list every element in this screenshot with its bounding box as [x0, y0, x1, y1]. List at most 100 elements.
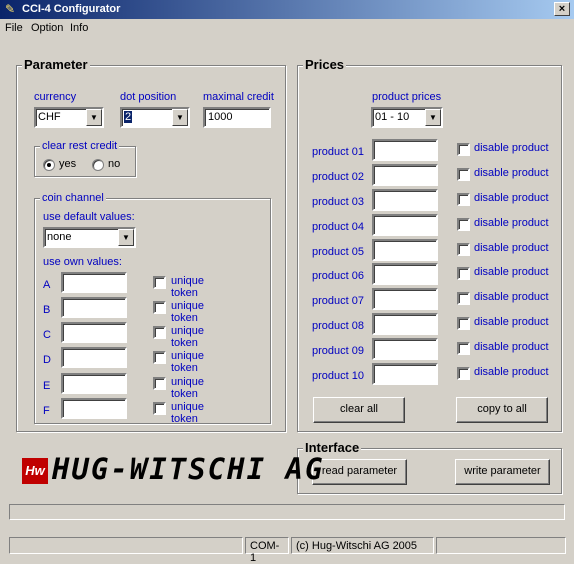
- disable-product-label: disable product: [474, 316, 549, 328]
- copy-to-all-button[interactable]: copy to all: [456, 397, 548, 423]
- disable-product-label: disable product: [474, 142, 549, 154]
- disable-product-checkbox[interactable]: [457, 193, 470, 206]
- disable-product-checkbox[interactable]: [457, 292, 470, 305]
- product-price-input[interactable]: [372, 139, 438, 161]
- product-label: product 03: [312, 196, 364, 208]
- unique-token-checkbox[interactable]: [153, 326, 166, 339]
- maximal-credit-label: maximal credit: [203, 91, 274, 103]
- product-price-input[interactable]: [372, 164, 438, 186]
- disable-product-label: disable product: [474, 192, 549, 204]
- unique-token-checkbox[interactable]: [153, 276, 166, 289]
- dropdown-arrow-icon[interactable]: ▼: [86, 109, 102, 126]
- channel-letter: E: [43, 380, 51, 392]
- use-default-label: use default values:: [43, 211, 135, 223]
- menu-file[interactable]: File: [5, 22, 23, 34]
- disable-product-label: disable product: [474, 242, 549, 254]
- product-price-input[interactable]: [372, 239, 438, 261]
- tool-icon: ✎: [5, 2, 16, 16]
- channel-d-input[interactable]: [61, 347, 127, 368]
- write-parameter-button[interactable]: write parameter: [455, 459, 550, 485]
- default-values-value: none: [47, 231, 72, 243]
- product-price-input[interactable]: [372, 263, 438, 285]
- product-price-input[interactable]: [372, 288, 438, 310]
- coin-channel-title: coin channel: [40, 192, 106, 204]
- disable-product-checkbox[interactable]: [457, 143, 470, 156]
- product-price-input[interactable]: [372, 338, 438, 360]
- dropdown-arrow-icon[interactable]: ▼: [172, 109, 188, 126]
- unique-token-label: unique token: [171, 350, 205, 374]
- read-parameter-button[interactable]: read parameter: [312, 459, 407, 485]
- product-price-input[interactable]: [372, 313, 438, 335]
- radio-yes-label: yes: [59, 158, 77, 170]
- prices-title: Prices: [303, 57, 347, 72]
- dot-position-value: 2: [124, 111, 133, 123]
- channel-letter: B: [43, 304, 51, 316]
- radio-no-label: no: [108, 158, 121, 170]
- unique-token-checkbox[interactable]: [153, 402, 166, 415]
- disable-product-label: disable product: [474, 291, 549, 303]
- unique-token-label: unique token: [171, 300, 205, 324]
- channel-a-input[interactable]: [61, 272, 127, 293]
- disable-product-checkbox[interactable]: [457, 243, 470, 256]
- channel-letter: D: [43, 354, 51, 366]
- channel-letter: A: [43, 279, 51, 291]
- channel-b-input[interactable]: [61, 297, 127, 318]
- dot-position-select[interactable]: 2 ▼: [120, 107, 190, 128]
- unique-token-checkbox[interactable]: [153, 351, 166, 364]
- channel-e-input[interactable]: [61, 373, 127, 394]
- disable-product-checkbox[interactable]: [457, 218, 470, 231]
- currency-select[interactable]: CHF ▼: [34, 107, 104, 128]
- close-button[interactable]: ×: [554, 2, 570, 16]
- channel-letter: C: [43, 329, 51, 341]
- menu-bar: File Option Info: [0, 19, 574, 38]
- disable-product-label: disable product: [474, 366, 549, 378]
- clear-rest-credit-title: clear rest credit: [40, 140, 120, 152]
- disable-product-label: disable product: [474, 341, 549, 353]
- product-label: product 08: [312, 320, 364, 332]
- product-price-input[interactable]: [372, 363, 438, 385]
- disable-product-checkbox[interactable]: [457, 367, 470, 380]
- maximal-credit-input[interactable]: 1000: [203, 107, 271, 128]
- disable-product-label: disable product: [474, 217, 549, 229]
- disable-product-label: disable product: [474, 266, 549, 278]
- unique-token-label: unique token: [171, 401, 205, 425]
- disable-product-checkbox[interactable]: [457, 267, 470, 280]
- unique-token-label: unique token: [171, 275, 205, 299]
- disable-product-checkbox[interactable]: [457, 317, 470, 330]
- product-label: product 04: [312, 221, 364, 233]
- channel-f-input[interactable]: [61, 398, 127, 419]
- clear-all-button[interactable]: clear all: [313, 397, 405, 423]
- menu-info[interactable]: Info: [70, 22, 88, 34]
- disable-product-checkbox[interactable]: [457, 342, 470, 355]
- dropdown-arrow-icon[interactable]: ▼: [118, 229, 134, 246]
- company-logo-text: HUG-WITSCHI AG: [52, 452, 325, 486]
- product-range-value: 01 - 10: [375, 111, 410, 123]
- use-own-label: use own values:: [43, 256, 122, 268]
- dot-position-label: dot position: [120, 91, 177, 103]
- default-values-select[interactable]: none ▼: [43, 227, 136, 248]
- disable-product-checkbox[interactable]: [457, 168, 470, 181]
- unique-token-checkbox[interactable]: [153, 301, 166, 314]
- product-label: product 09: [312, 345, 364, 357]
- product-price-input[interactable]: [372, 214, 438, 236]
- product-price-input[interactable]: [372, 189, 438, 211]
- parameter-title: Parameter: [22, 57, 90, 72]
- status-port: COM-1: [245, 537, 289, 564]
- currency-label: currency: [34, 91, 77, 103]
- unique-token-checkbox[interactable]: [153, 377, 166, 390]
- product-prices-label: product prices: [372, 91, 442, 103]
- channel-c-input[interactable]: [61, 322, 127, 343]
- status-panel-extra: [436, 537, 566, 554]
- dropdown-arrow-icon[interactable]: ▼: [425, 109, 441, 126]
- product-label: product 01: [312, 146, 364, 158]
- title-bar: ✎ CCI-4 Configurator ×: [0, 0, 574, 19]
- progress-bar: [9, 504, 565, 520]
- product-range-select[interactable]: 01 - 10 ▼: [371, 107, 443, 128]
- radio-no[interactable]: [92, 159, 104, 171]
- status-panel-main: [9, 537, 243, 554]
- channel-letter: F: [43, 405, 50, 417]
- radio-yes[interactable]: [43, 159, 55, 171]
- menu-option[interactable]: Option: [31, 22, 63, 34]
- unique-token-label: unique token: [171, 325, 205, 349]
- product-label: product 02: [312, 171, 364, 183]
